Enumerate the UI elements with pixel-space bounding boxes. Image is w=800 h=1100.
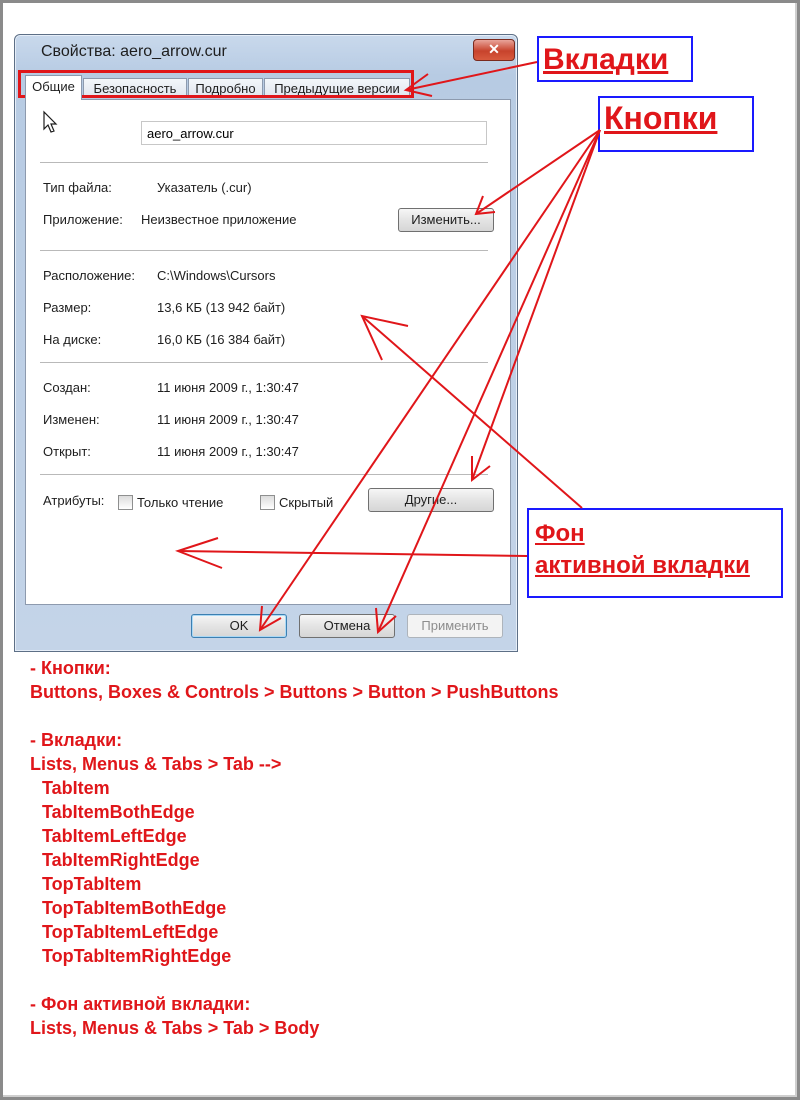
arrowhead-bg-left — [175, 537, 223, 569]
note-line: TopTabItemRightEdge — [42, 946, 232, 966]
note-line — [30, 704, 559, 728]
note-line: TabItem — [42, 778, 110, 798]
note-line: Lists, Menus & Tabs > Tab > Body — [30, 1018, 320, 1038]
note-line: TopTabItemLeftEdge — [42, 922, 219, 942]
note-line — [30, 968, 559, 992]
arrowhead-other — [471, 456, 491, 483]
note-line: - Кнопки: — [30, 658, 111, 678]
note-line: TabItemLeftEdge — [42, 826, 187, 846]
note-line: TabItemRightEdge — [42, 850, 200, 870]
note-line: - Фон активной вкладки: — [30, 994, 251, 1014]
note-line: TabItemBothEdge — [42, 802, 195, 822]
notes-list: - Кнопки: Buttons, Boxes & Controls > Bu… — [30, 656, 559, 1040]
note-line: TopTabItemBothEdge — [42, 898, 227, 918]
note-line: TopTabItem — [42, 874, 142, 894]
note-line: - Вкладки: — [30, 730, 123, 750]
arrow-bg-left — [177, 550, 528, 557]
tab-general[interactable]: Общие — [25, 75, 82, 100]
note-line: Lists, Menus & Tabs > Tab --> — [30, 754, 282, 774]
note-line: Buttons, Boxes & Controls > Buttons > Bu… — [30, 682, 559, 702]
